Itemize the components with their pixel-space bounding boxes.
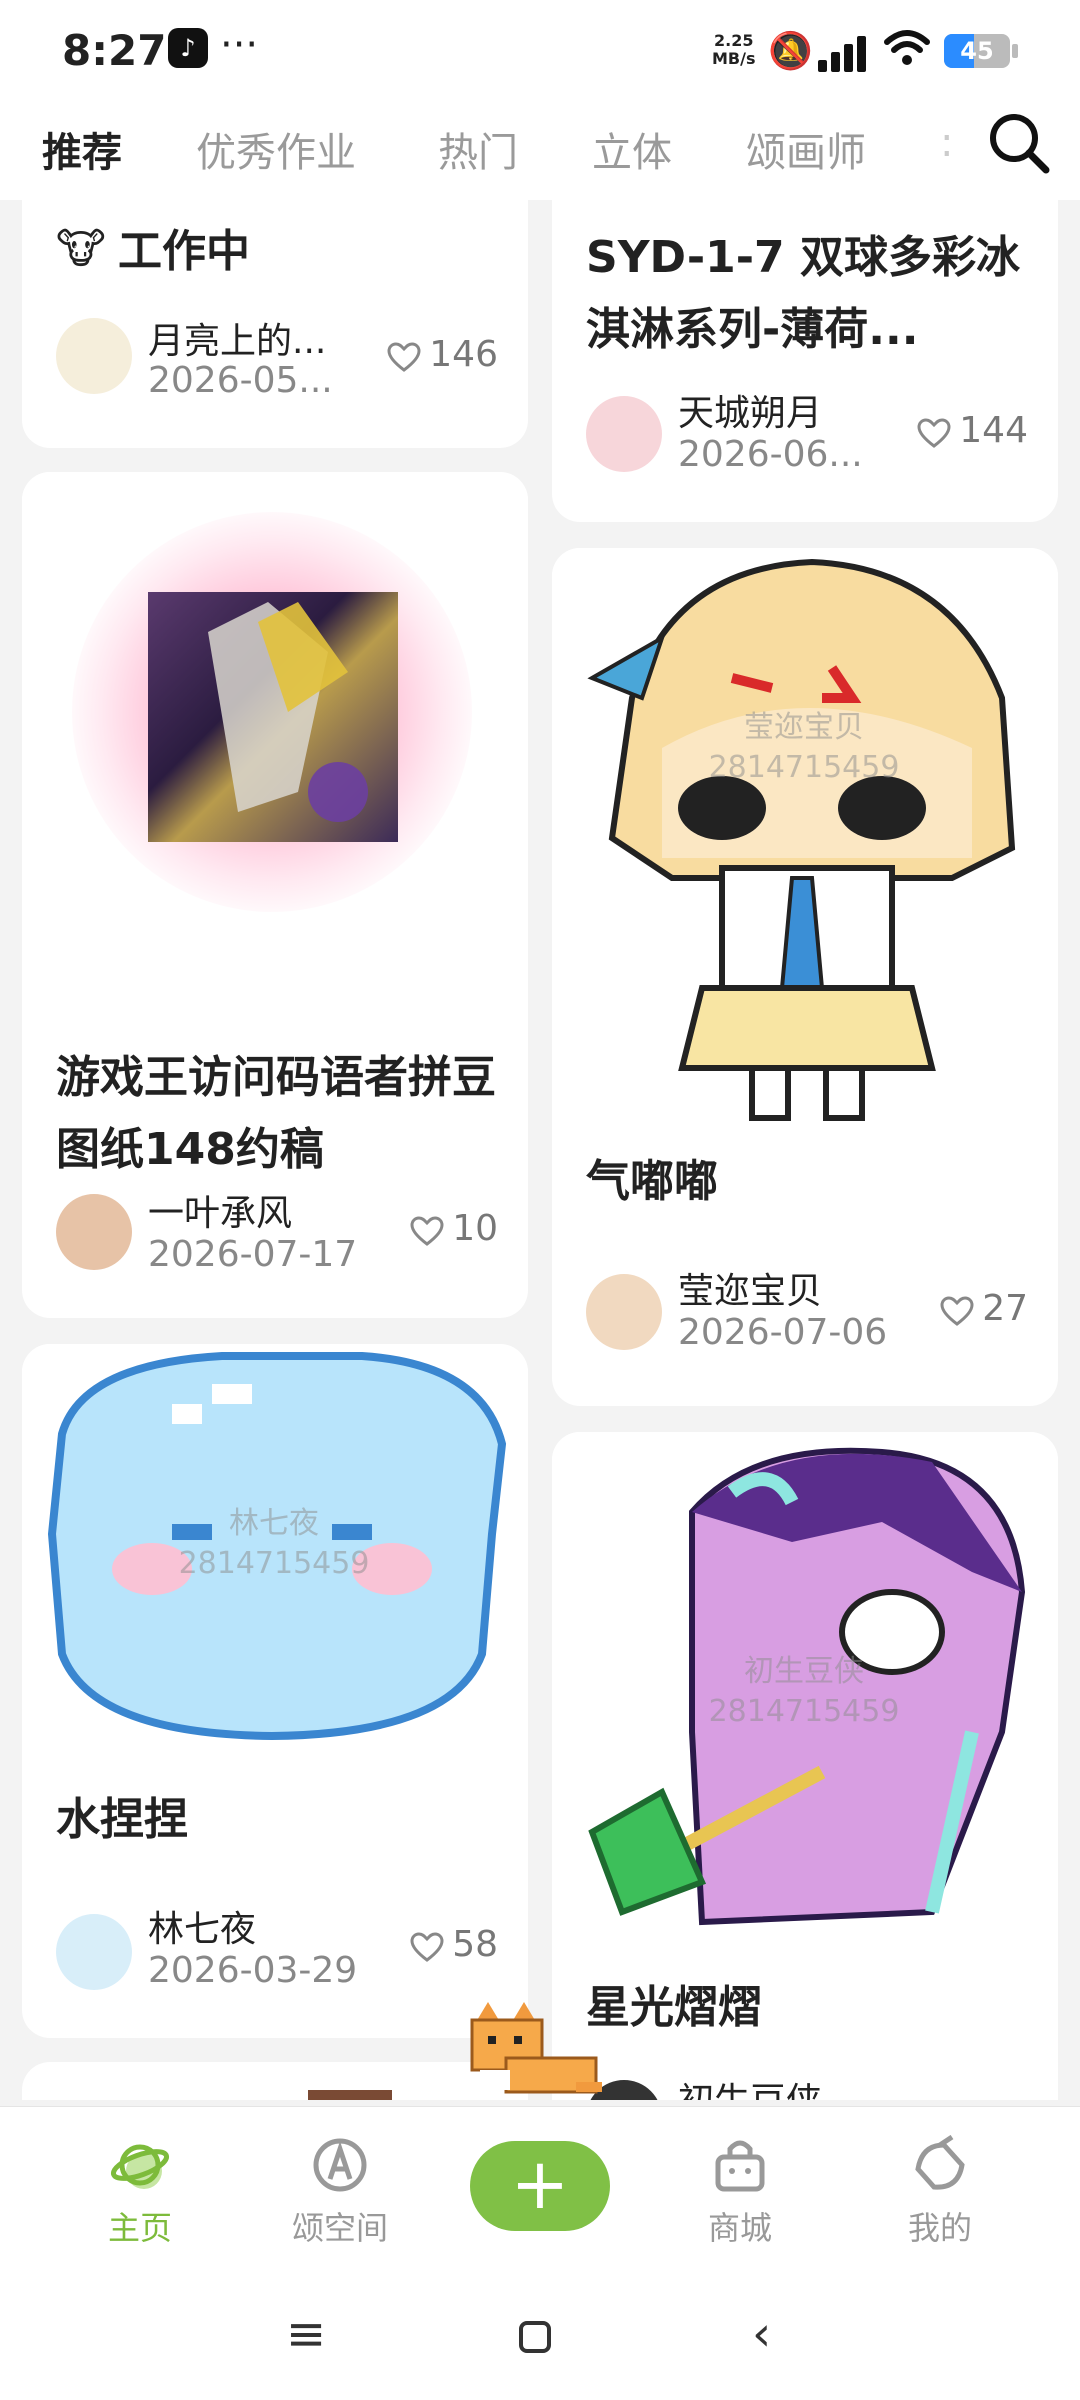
nav-mine[interactable]: 我的: [860, 2135, 1020, 2249]
system-navigation-bar: ≡ ‹: [0, 2276, 1080, 2400]
profile-icon: [915, 2135, 965, 2190]
feed-card[interactable]: 初生豆侠 2814715459 星光熠熠 初生豆侠: [552, 1432, 1058, 2100]
nav-home[interactable]: 主页: [60, 2135, 220, 2249]
avatar[interactable]: [56, 318, 132, 394]
heart-icon: [940, 1296, 974, 1326]
feed-card[interactable]: [22, 2062, 528, 2100]
signal-icon: [818, 34, 868, 72]
nav-space[interactable]: 颂空间: [260, 2135, 420, 2249]
card-author: 莹迩宝贝: [678, 1271, 823, 1312]
card-title: 工作中: [118, 226, 250, 277]
cat-mascot-icon[interactable]: [466, 2002, 606, 2112]
card-author: 月亮上的...: [148, 321, 327, 362]
avatar[interactable]: [56, 1194, 132, 1270]
card-image[interactable]: 林七夜 2814715459: [22, 1344, 528, 1764]
card-image[interactable]: 初生豆侠 2814715459: [552, 1432, 1058, 1952]
card-date: 2026-07-06: [678, 1312, 888, 1353]
pen-circle-icon: [313, 2138, 367, 2192]
category-tabs: 推荐 优秀作业 热门 立体 颂画师 :: [0, 100, 1080, 200]
tab-excellent-works[interactable]: 优秀作业: [196, 120, 356, 178]
card-author: 一叶承风: [148, 1193, 293, 1234]
heart-icon: [410, 1932, 444, 1962]
nav-space-label: 颂空间: [291, 2209, 388, 2247]
card-image[interactable]: [22, 472, 528, 1012]
bottom-navigation: 主页 颂空间 + 商城 我的: [0, 2106, 1080, 2276]
feed-card[interactable]: SYD-1-7 双球多彩冰淇淋系列-薄荷... 天城朔月 2026-06... …: [552, 200, 1058, 522]
card-image[interactable]: 莹迩宝贝 2814715459: [552, 548, 1058, 1128]
watermark: 初生豆侠 2814715459: [708, 1654, 900, 1729]
network-speed: 2.25 MB/s: [712, 31, 756, 68]
nav-mine-label: 我的: [907, 2209, 972, 2247]
card-author: 林七夜: [148, 1909, 257, 1950]
like-count[interactable]: 27: [940, 1288, 1028, 1329]
heart-icon: [410, 1216, 444, 1246]
cow-emoji-icon: 🐮: [56, 224, 106, 273]
more-notifications-icon: ···: [220, 22, 259, 68]
feed-card[interactable]: 🐮 工作中 月亮上的... 2026-05... 146: [22, 200, 528, 448]
search-icon[interactable]: [984, 108, 1054, 178]
create-button[interactable]: +: [470, 2141, 610, 2231]
pixel-art-image: [148, 592, 398, 842]
nav-shop[interactable]: 商城: [660, 2135, 820, 2249]
like-count[interactable]: 146: [387, 334, 498, 375]
card-title: 游戏王访问码语者拼豆图纸148约稿: [56, 1052, 496, 1175]
card-author: 初生豆侠: [678, 2072, 822, 2100]
like-count[interactable]: 144: [917, 410, 1028, 451]
feed-card[interactable]: 游戏王访问码语者拼豆图纸148约稿 一叶承风 2026-07-17 10: [22, 472, 528, 1318]
feed-card[interactable]: 莹迩宝贝 2814715459 气嘟嘟 莹迩宝贝 2026-07-06 27: [552, 548, 1058, 1406]
watermark: 林七夜 2814715459: [178, 1506, 370, 1581]
planet-icon: [110, 2144, 170, 2189]
card-date: 2026-07-17: [148, 1234, 358, 1275]
card-title: 星光熠熠: [586, 1982, 762, 2033]
home-square-icon[interactable]: [518, 2320, 552, 2354]
tab-3d[interactable]: 立体: [592, 120, 672, 178]
card-date: 2026-03-29: [148, 1950, 358, 1991]
like-count[interactable]: 58: [410, 1924, 498, 1965]
menu-icon[interactable]: ≡: [286, 2306, 326, 2362]
mute-icon: 🔕: [768, 31, 813, 72]
card-author: 天城朔月: [678, 393, 823, 434]
status-time: 8:27: [62, 26, 167, 75]
pixel-art-image: [587, 558, 1016, 1121]
tab-overflow-indicator: :: [940, 120, 954, 166]
card-title: 水捏捏: [56, 1794, 188, 1845]
avatar[interactable]: [586, 396, 662, 472]
shopping-bag-icon: [715, 2140, 765, 2192]
tab-artists[interactable]: 颂画师: [746, 120, 866, 178]
card-date: 2026-06...: [678, 434, 863, 475]
heart-icon: [917, 418, 951, 448]
feed-card[interactable]: 林七夜 2814715459 水捏捏 林七夜 2026-03-29 58: [22, 1344, 528, 2038]
card-date: 2026-05...: [148, 360, 333, 401]
feed: 🐮 工作中 月亮上的... 2026-05... 146 SYD-1-7 双球多…: [0, 200, 1080, 2100]
nav-shop-label: 商城: [707, 2209, 772, 2247]
tiktok-notification-icon: ♪: [168, 28, 208, 68]
tab-recommended[interactable]: 推荐: [42, 120, 136, 184]
battery-icon: 45: [944, 34, 1010, 68]
card-title: 气嘟嘟: [586, 1156, 718, 1207]
nav-home-label: 主页: [107, 2209, 172, 2247]
avatar[interactable]: [56, 1914, 132, 1990]
avatar[interactable]: [586, 1274, 662, 1350]
tab-hot[interactable]: 热门: [438, 120, 518, 178]
wifi-icon: [884, 28, 930, 77]
like-count[interactable]: 10: [410, 1208, 498, 1249]
status-bar: 8:27 ♪ ··· 2.25 MB/s 🔕 45: [0, 0, 1080, 100]
watermark: 莹迩宝贝 2814715459: [708, 710, 900, 785]
heart-icon: [387, 342, 421, 372]
back-icon[interactable]: ‹: [752, 2306, 771, 2362]
card-title: SYD-1-7 双球多彩冰淇淋系列-薄荷...: [586, 232, 1020, 355]
